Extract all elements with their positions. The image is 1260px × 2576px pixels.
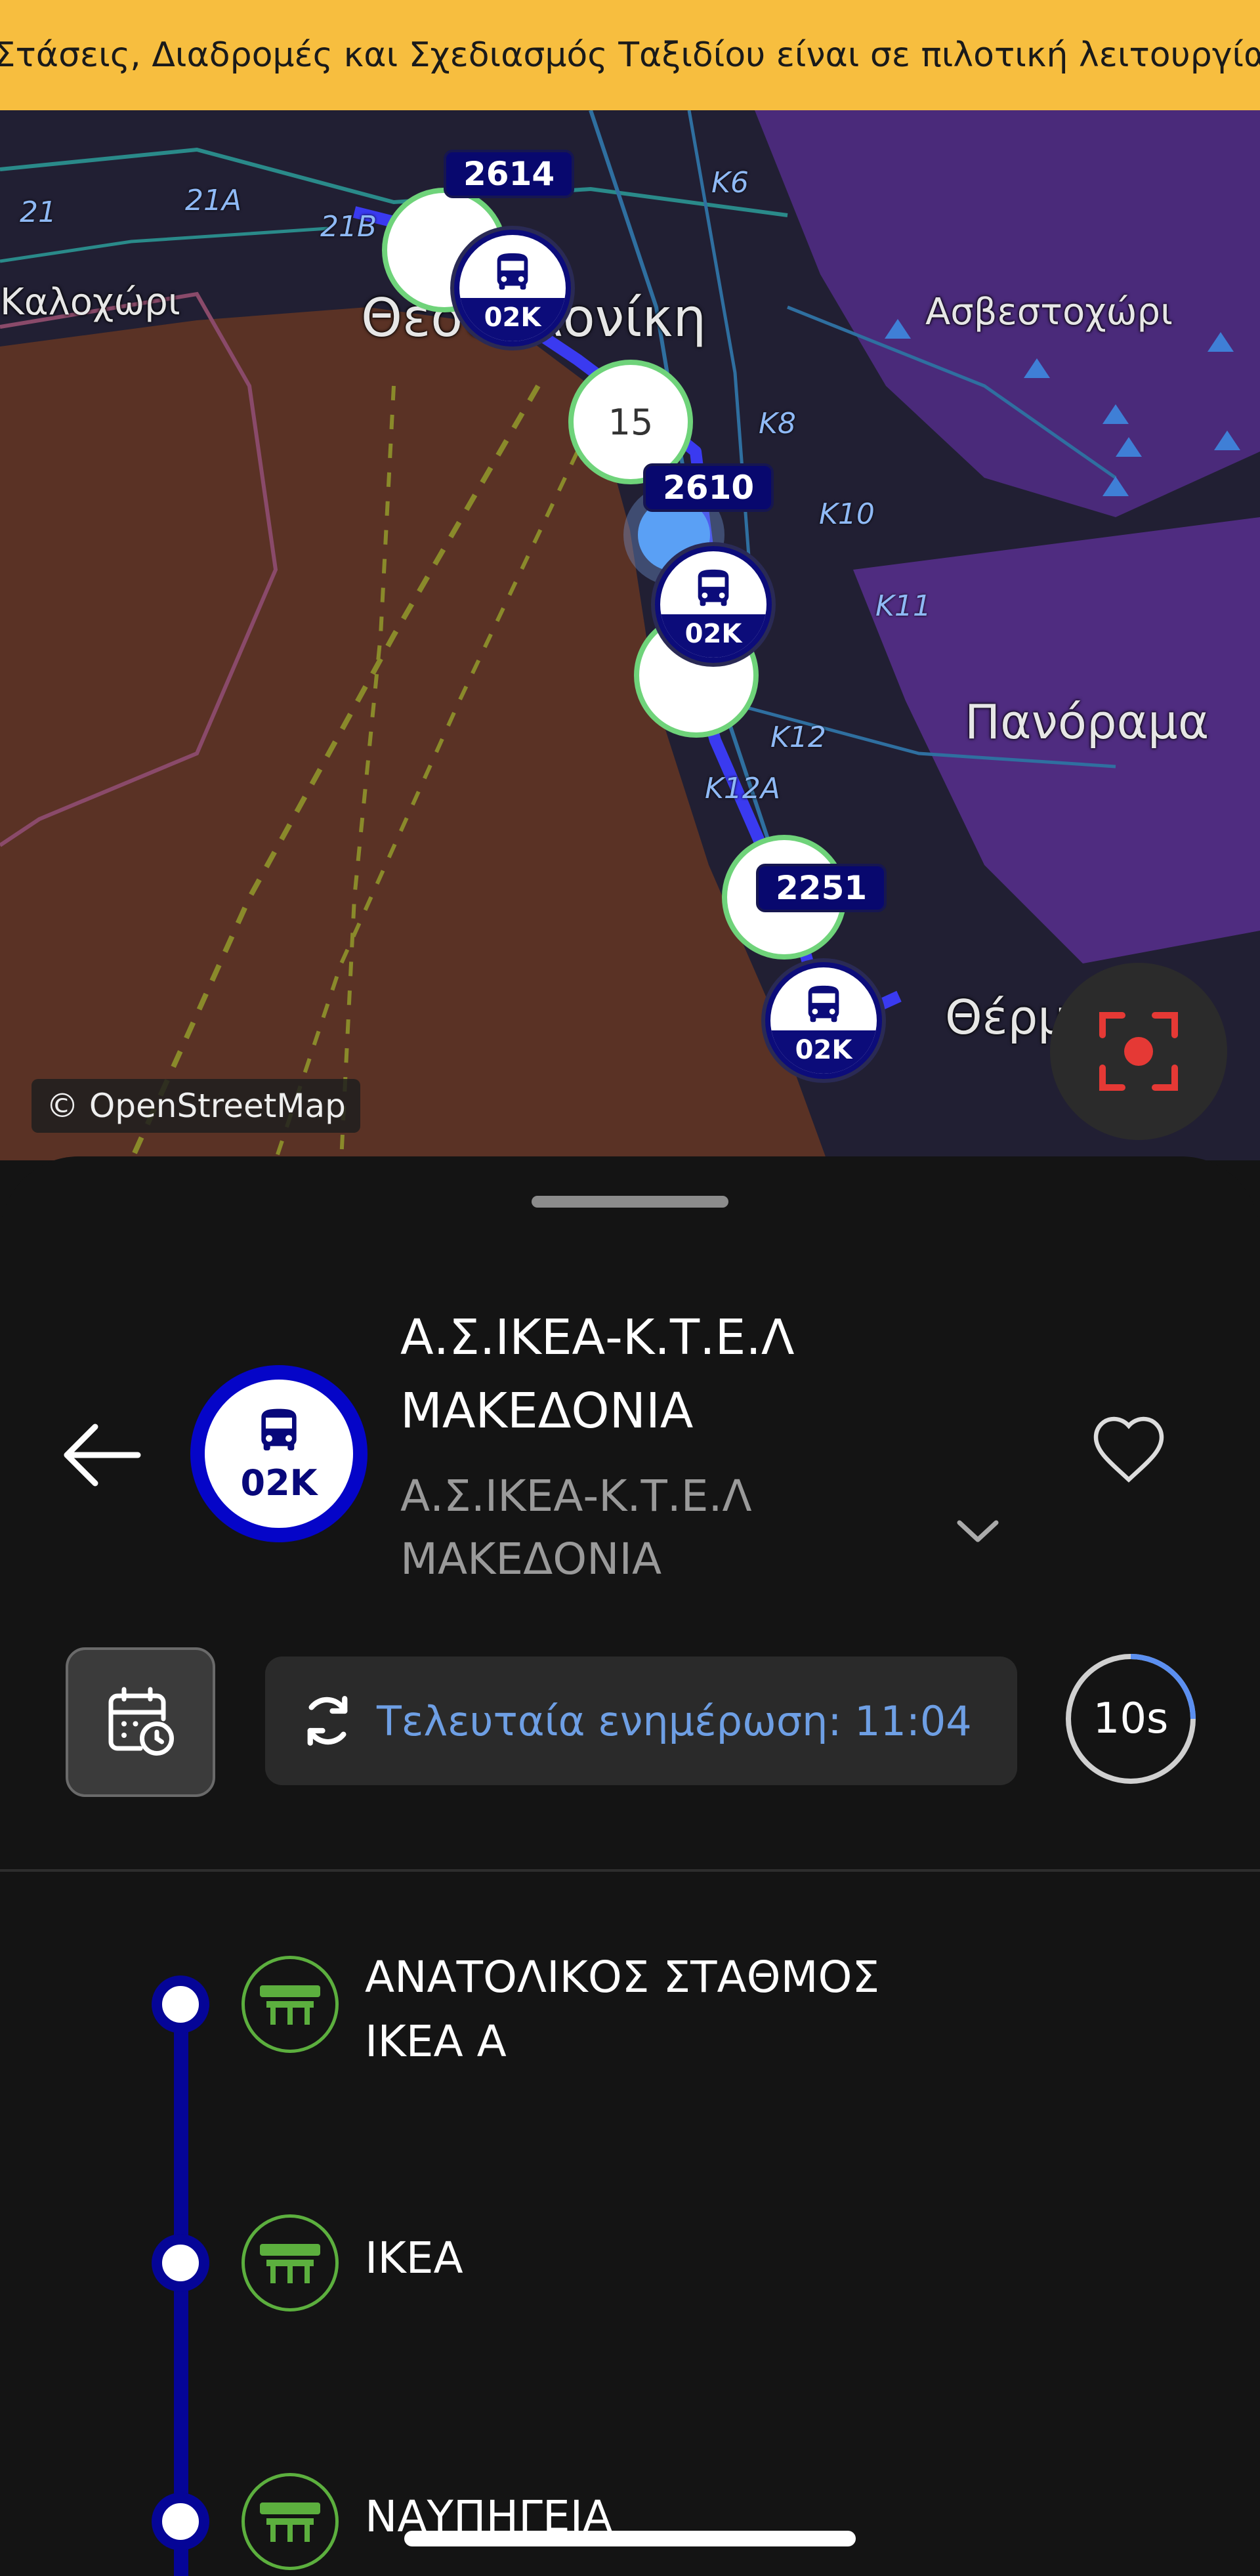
stop-name: ΙΚΕΑ <box>365 2233 463 2283</box>
schedule-button[interactable] <box>66 1647 215 1797</box>
favorite-button[interactable] <box>1089 1412 1168 1487</box>
sheet-drag-handle[interactable] <box>532 1196 728 1208</box>
cluster-count: 15 <box>608 401 654 443</box>
route-badge: 02K <box>190 1365 368 1542</box>
calendar-clock-icon <box>108 1687 174 1756</box>
map-road-k12: K12 <box>770 721 826 754</box>
map-view[interactable]: Καλοχώρι Θεσσαλονίκη Ασβεστοχώρι Πανόραμ… <box>0 110 1260 1160</box>
bus-icon <box>261 1408 297 1450</box>
map-label-kalochori: Καλοχώρι <box>0 281 180 324</box>
stop-list-item[interactable]: ΑΝΑΤΟΛΙΚΟΣ ΣΤΑΘΜΟΣ ΙΚΕΑ Α <box>0 1952 1260 2083</box>
stop-list-item[interactable]: ΝΑΥΠΗΓΕΙΑ <box>0 2469 1260 2576</box>
chevron-down-icon <box>957 1520 999 1542</box>
osm-attribution[interactable]: © OpenStreetMap <box>32 1079 360 1133</box>
vehicle-marker-2610[interactable]: 02K <box>651 542 776 667</box>
map-label-asvestochori: Ασβεστοχώρι <box>925 291 1173 333</box>
map-road-21: 21 <box>20 196 56 229</box>
vehicle-id-tag: 2610 <box>643 463 774 512</box>
last-update-bar[interactable]: Τελευταία ενημέρωση: 11:04 <box>265 1657 1017 1785</box>
vehicle-id-tag: 2614 <box>444 150 575 198</box>
direction-dropdown[interactable] <box>952 1511 1004 1553</box>
vehicle-route-code: 02K <box>459 298 566 341</box>
bus-stop-icon <box>242 2473 339 2570</box>
map-road-k10: K10 <box>819 497 875 531</box>
route-subtitle: Α.Σ.ΙΚΕΑ-Κ.Τ.Ε.Λ ΜΑΚΕΔΟΝΙΑ <box>400 1471 752 1584</box>
map-road-21a: 21A <box>185 184 242 217</box>
back-button[interactable] <box>59 1419 144 1494</box>
vehicle-route-code: 02K <box>770 1030 877 1074</box>
osm-attribution-text: © OpenStreetMap <box>46 1087 346 1125</box>
vehicle-id-tag: 2251 <box>756 864 887 912</box>
vehicle-marker-2614[interactable]: 02K <box>450 226 575 350</box>
refresh-icon <box>307 1696 348 1746</box>
map-label-panorama: Πανόραμα <box>965 694 1209 750</box>
map-road-21b: 21B <box>320 210 377 243</box>
heart-icon <box>1093 1416 1164 1483</box>
route-bottom-sheet[interactable]: 02K Α.Σ.ΙΚΕΑ-Κ.Τ.Ε.Λ ΜΑΚΕΔΟΝΙΑ Α.Σ.ΙΚΕΑ-… <box>0 1156 1260 2576</box>
refresh-timer[interactable]: 10s <box>1062 1650 1200 1788</box>
last-update-text: Τελευταία ενημέρωση: 11:04 <box>377 1697 972 1745</box>
timeline-dot <box>152 2234 209 2292</box>
timeline-dot <box>152 2493 209 2550</box>
vehicle-marker-2251[interactable]: 02K <box>761 958 886 1083</box>
locate-button[interactable] <box>1050 963 1227 1140</box>
vehicle-route-code: 02K <box>660 614 766 658</box>
bus-stop-icon <box>242 2214 339 2312</box>
map-road-k12a: K12A <box>705 772 780 805</box>
route-title: Α.Σ.ΙΚΕΑ-Κ.Τ.Ε.Λ ΜΑΚΕΔΟΝΙΑ <box>400 1309 795 1439</box>
pilot-banner: Στάσεις, Διαδρομές και Σχεδιασμός Ταξιδί… <box>0 0 1260 110</box>
bus-stop-icon <box>242 1956 339 2053</box>
section-divider <box>0 1869 1260 1872</box>
map-road-k6: K6 <box>711 166 749 200</box>
bus-icon <box>698 569 729 606</box>
pilot-banner-text: Στάσεις, Διαδρομές και Σχεδιασμός Ταξιδί… <box>0 35 1260 75</box>
map-road-k11: K11 <box>875 589 931 623</box>
arrow-left-icon <box>64 1424 141 1487</box>
route-code: 02K <box>240 1462 318 1504</box>
timer-text: 10s <box>1093 1695 1169 1743</box>
stop-list-item[interactable]: ΙΚΕΑ <box>0 2210 1260 2342</box>
home-indicator[interactable] <box>404 2531 856 2546</box>
map-road-k8: K8 <box>759 407 796 440</box>
stop-name: ΑΝΑΤΟΛΙΚΟΣ ΣΤΑΘΜΟΣ ΙΚΕΑ Α <box>365 1952 880 2067</box>
target-icon <box>1099 1012 1178 1091</box>
timeline-dot <box>152 1975 209 2033</box>
bus-icon <box>808 985 839 1023</box>
bus-icon <box>497 253 528 290</box>
